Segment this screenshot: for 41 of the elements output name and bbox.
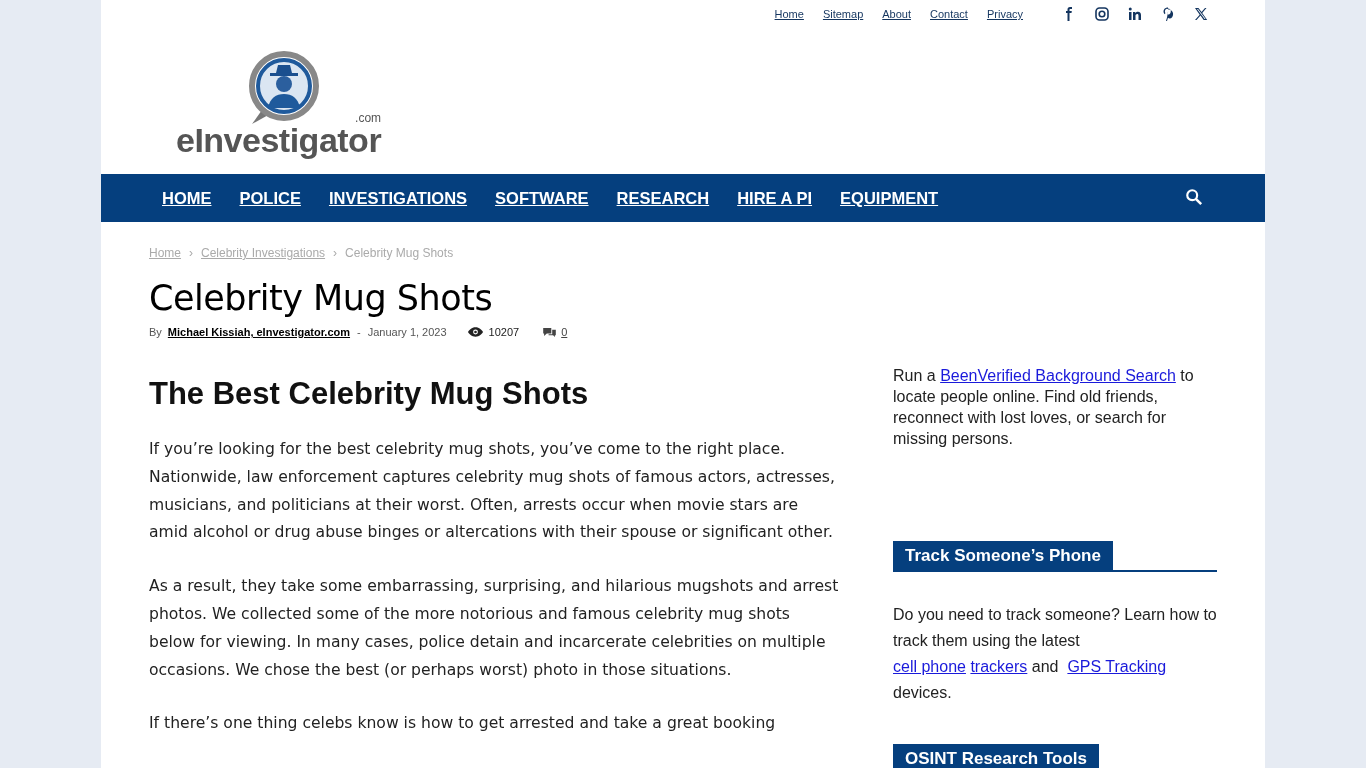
x-icon[interactable] xyxy=(1193,6,1209,22)
eye-icon xyxy=(467,327,483,337)
top-menu-link[interactable]: Home xyxy=(774,8,804,20)
byline-separator: - xyxy=(357,326,361,338)
post-date: January 1, 2023 xyxy=(367,326,447,338)
instagram-icon[interactable] xyxy=(1094,6,1110,22)
nav-menu-item[interactable]: EQUIPMENT xyxy=(840,188,939,208)
search-icon[interactable] xyxy=(1185,188,1203,206)
linkedin-icon[interactable] xyxy=(1127,6,1143,22)
breadcrumb-separator: › xyxy=(189,246,193,260)
article-heading: The Best Celebrity Mug Shots xyxy=(149,376,590,412)
byline-label: By xyxy=(149,326,162,338)
nav-menu-item[interactable]: RESEARCH xyxy=(616,188,710,208)
sidebar-link[interactable]: BeenVerified Background Search xyxy=(940,367,1176,384)
top-menu-link[interactable]: About xyxy=(882,8,911,20)
nav-menu-item[interactable]: INVESTIGATIONS xyxy=(328,188,468,208)
top-menu-link[interactable]: Contact xyxy=(930,8,968,20)
sidebar-paragraph: Run a BeenVerified Background Search to locate people online. Find old friends, reconnect with lost loves, or search for missing persons. xyxy=(893,366,1195,449)
nav-menu-item[interactable]: SOFTWARE xyxy=(495,188,589,208)
sidebar-paragraph: Do you need to track someone? Learn how to track them using the latest cell phone trackers and GPS Tracking devices. xyxy=(893,605,1217,703)
nav-menu-item[interactable]: HOME xyxy=(162,188,212,208)
comment-icon xyxy=(543,327,557,337)
top-menu-link[interactable]: Sitemap xyxy=(822,8,864,20)
widget-heading: OSINT Research Tools xyxy=(893,744,1099,768)
sidebar-link[interactable]: trackers xyxy=(970,658,1028,675)
widget-heading: Track Someone’s Phone xyxy=(893,541,1113,570)
page-title: Celebrity Mug Shots xyxy=(149,278,494,318)
author-link[interactable]: Michael Kissiah, eInvestigator.com xyxy=(167,326,351,338)
breadcrumb-separator: › xyxy=(333,246,338,260)
logo-suffix: .com xyxy=(355,113,382,124)
nav-menu-item[interactable]: POLICE xyxy=(239,188,301,208)
top-menu-link[interactable]: Privacy xyxy=(986,8,1023,20)
article-paragraph: If you’re looking for the best celebrity mug shots, you’ve come to the right place. Nationwide, law enforcement captures celebrity mug shots of famous actors, actresses, musicians, and politicians at their worst. Often, arrests occur when movie stars are amid alcohol or drug abuse binges or altercations with their spouse or significant other. xyxy=(149,439,836,544)
breadcrumb-current: Celebrity Mug Shots xyxy=(345,246,454,260)
comment-count-link[interactable]: 0 xyxy=(561,326,568,338)
sidebar-link[interactable]: GPS Tracking xyxy=(1067,658,1167,675)
nav-menu-item[interactable]: HIRE A PI xyxy=(737,188,813,208)
sidebar-link[interactable]: cell phone xyxy=(893,658,966,675)
article-paragraph: If there’s one thing celebs know is how to get arrested and take a great booking xyxy=(149,713,777,735)
article-paragraph: As a result, they take some embarrassing, surprising, and hilarious mugshots and arrest photos. We collected some of the more notorious and famous celebrity mug shots below for viewing. In many cases, police detain and incarcerate celebrities on multiple occasions. We chose the best (or perhaps worst) photo in those situations. xyxy=(149,576,839,681)
view-count: 10207 xyxy=(488,326,520,338)
